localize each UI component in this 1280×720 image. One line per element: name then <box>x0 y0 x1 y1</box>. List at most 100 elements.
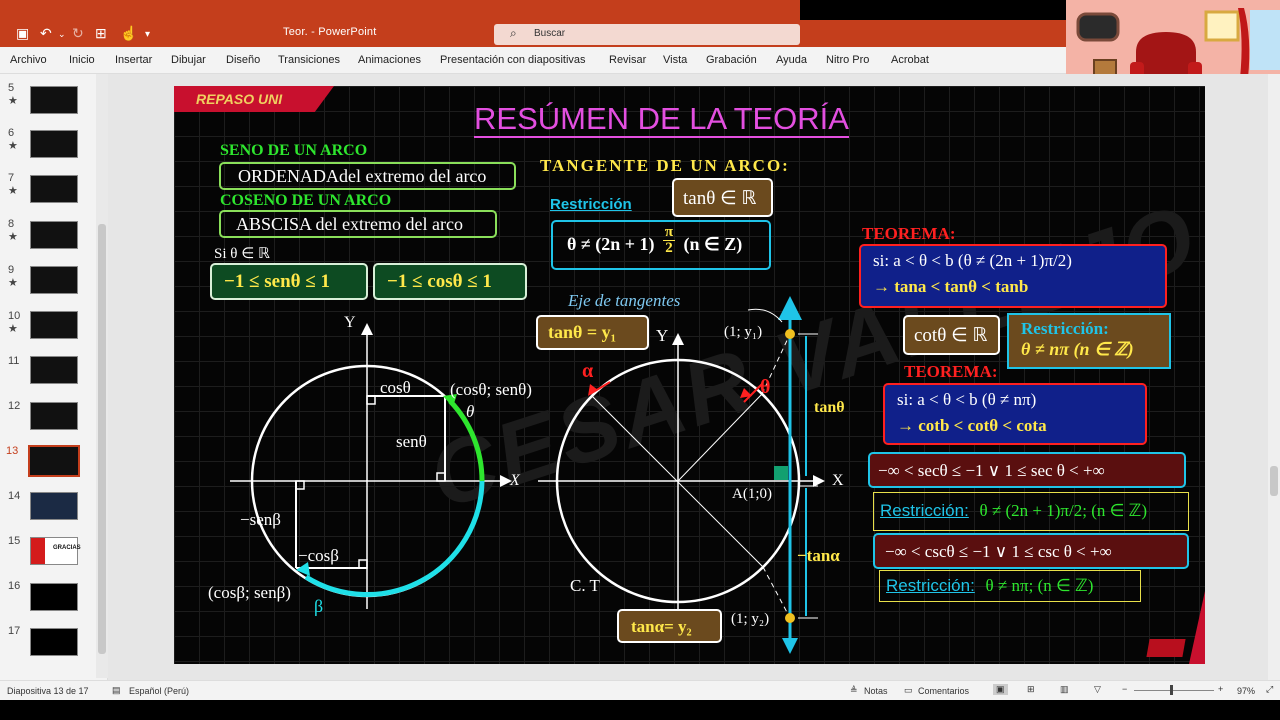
slide-counter: Diapositiva 13 de 17 <box>7 686 89 696</box>
accessibility-icon[interactable]: ▤ <box>112 685 121 696</box>
beta-symbol: β <box>314 596 324 616</box>
thumbnail-star: ★ <box>8 95 18 107</box>
redo-icon[interactable]: ↻ <box>72 25 84 42</box>
normal-view-icon[interactable]: ▣ <box>993 684 1008 695</box>
zoom-level[interactable]: 97% <box>1237 686 1255 696</box>
scrollbar-thumb[interactable] <box>98 224 106 654</box>
tab-ayuda[interactable]: Ayuda <box>776 54 807 66</box>
reading-view-icon[interactable]: ▥ <box>1060 684 1069 695</box>
theta-symbol: θ <box>466 402 475 421</box>
eje-tangentes-label: Eje de tangentes <box>568 291 681 310</box>
comments-button[interactable]: Comentarios <box>918 686 969 696</box>
thumbnail-item-selected[interactable]: 13 <box>6 445 18 457</box>
tan-y1: tanθ = y₁ <box>548 322 617 342</box>
tab-presentacion[interactable]: Presentación con diapositivas <box>440 54 586 66</box>
thumbnail-item[interactable]: 11 <box>8 355 19 367</box>
thumbnail-image-selected[interactable] <box>28 445 80 477</box>
si-theta-label: Si θ ∈ ℝ <box>214 246 270 262</box>
thumbnail-scrollbar[interactable] <box>96 74 108 678</box>
thumbnail-image[interactable] <box>30 86 78 114</box>
zoom-slider-thumb[interactable] <box>1170 685 1173 695</box>
tab-inicio[interactable]: Inicio <box>69 54 95 66</box>
undo-dropdown-icon[interactable]: ⌄ <box>58 29 66 40</box>
tab-grabacion[interactable]: Grabación <box>706 54 757 66</box>
thumbnail-star: ★ <box>8 231 18 243</box>
thumbnail-image[interactable] <box>30 492 78 520</box>
canvas-scrollbar-thumb[interactable] <box>1270 466 1278 496</box>
fit-slide-icon[interactable]: ⤢ <box>1266 684 1273 695</box>
tab-transiciones[interactable]: Transiciones <box>278 54 340 66</box>
tab-acrobat[interactable]: Acrobat <box>891 54 929 66</box>
thumbnail-image[interactable] <box>30 130 78 158</box>
undo-icon[interactable]: ↶ <box>40 25 52 42</box>
tab-animaciones[interactable]: Animaciones <box>358 54 421 66</box>
save-icon[interactable]: ▣ <box>16 25 29 42</box>
notes-button[interactable]: Notas <box>864 686 888 696</box>
thumbnail-item[interactable]: 15 <box>8 535 20 547</box>
thumbnail-image[interactable] <box>30 311 78 339</box>
tab-diseno[interactable]: Diseño <box>226 54 260 66</box>
thumbnail-image[interactable] <box>30 628 78 656</box>
y-axis-label: Y <box>344 314 356 331</box>
language-label[interactable]: Español (Perú) <box>129 686 189 696</box>
slideshow-icon[interactable]: ▽ <box>1094 684 1101 695</box>
thumbnail-number: 14 <box>8 490 21 502</box>
canvas-scrollbar[interactable] <box>1268 74 1280 680</box>
tab-vista[interactable]: Vista <box>663 54 687 66</box>
thumbnail-item[interactable]: 12 <box>8 400 20 412</box>
zoom-in-icon[interactable]: + <box>1218 684 1223 694</box>
thumbnail-image[interactable] <box>30 175 78 203</box>
teorema1-heading: TEOREMA: <box>862 224 956 243</box>
slide-title: RESÚMEN DE LA TEORÍA <box>474 101 849 138</box>
x-axis-label: X <box>510 472 520 489</box>
thumbnail-number: 13 <box>6 445 19 457</box>
sen-range: −1 ≤ senθ ≤ 1 <box>224 271 330 292</box>
point-1-y1-label: (1; y₁) <box>724 324 763 340</box>
thumbnail-item[interactable]: 17 <box>8 625 20 637</box>
logo-icon <box>1146 639 1186 657</box>
tab-archivo[interactable]: Archivo <box>10 54 47 66</box>
notes-icon[interactable]: ≜ <box>850 685 858 696</box>
x-axis-label-right: X <box>832 472 844 489</box>
tab-revisar[interactable]: Revisar <box>609 54 646 66</box>
thumbnail-image[interactable]: GRACIAS <box>30 537 81 565</box>
thumbnail-image[interactable] <box>30 266 78 294</box>
sen-theta-label: senθ <box>396 432 427 451</box>
thumbnail-number: 7 <box>8 172 15 184</box>
thumbnail-image[interactable] <box>30 402 78 430</box>
sec-restriccion-label: Restricción: <box>880 501 969 520</box>
zoom-out-icon[interactable]: − <box>1122 684 1127 694</box>
thumbnail-star: ★ <box>8 140 18 152</box>
thumbnail-item[interactable]: 10 ★ <box>8 310 20 335</box>
thumbnail-number: 6 <box>8 127 15 139</box>
thumbnail-item[interactable]: 9 ★ <box>8 264 18 289</box>
comments-icon[interactable]: ▭ <box>904 685 913 696</box>
present-from-start-icon[interactable]: ⊞ <box>95 25 107 42</box>
tab-insertar[interactable]: Insertar <box>115 54 152 66</box>
thumbnail-item[interactable]: 16 <box>8 580 20 592</box>
slide-sorter-icon[interactable]: ⊞ <box>1027 684 1035 695</box>
thumbnail-item[interactable]: 14 <box>8 490 20 502</box>
thumbnail-image[interactable] <box>30 583 78 611</box>
cot-restriccion-box: Restricción: θ ≠ nπ (n ∈ ℤ) <box>1007 313 1171 369</box>
seno-heading: SENO DE UN ARCO <box>220 142 368 159</box>
slide[interactable]: CESAR VALLEJO REPASO UNI RESÚMEN DE LA T… <box>174 86 1205 664</box>
thumbnail-item[interactable]: 5 ★ <box>8 82 18 107</box>
thumbnail-item[interactable]: 7 ★ <box>8 172 18 197</box>
thumbnail-image[interactable] <box>30 356 78 384</box>
touch-mode-icon[interactable]: ☝ <box>120 25 137 42</box>
point-y2 <box>785 613 795 623</box>
search-box[interactable]: ⌕ Buscar <box>494 24 800 45</box>
pi-over-2-fraction: π2 <box>663 225 676 256</box>
thumbnail-image[interactable] <box>30 221 78 249</box>
tan-restriccion-expr: θ ≠ (2n + 1) <box>567 234 655 254</box>
tan-y1-box: tanθ = y₁ <box>536 315 649 350</box>
thumbnail-item[interactable]: 8 ★ <box>8 218 18 243</box>
tab-dibujar[interactable]: Dibujar <box>171 54 206 66</box>
thumbnail-item[interactable]: 6 ★ <box>8 127 18 152</box>
customize-toolbar-icon[interactable]: ▾ <box>145 29 150 40</box>
tab-nitro-pro[interactable]: Nitro Pro <box>826 54 869 66</box>
seno-definition: ORDENADAdel extremo del arco <box>238 166 487 186</box>
zoom-slider[interactable] <box>1134 690 1214 691</box>
point-1-y2-label: (1; y₂) <box>731 611 770 627</box>
